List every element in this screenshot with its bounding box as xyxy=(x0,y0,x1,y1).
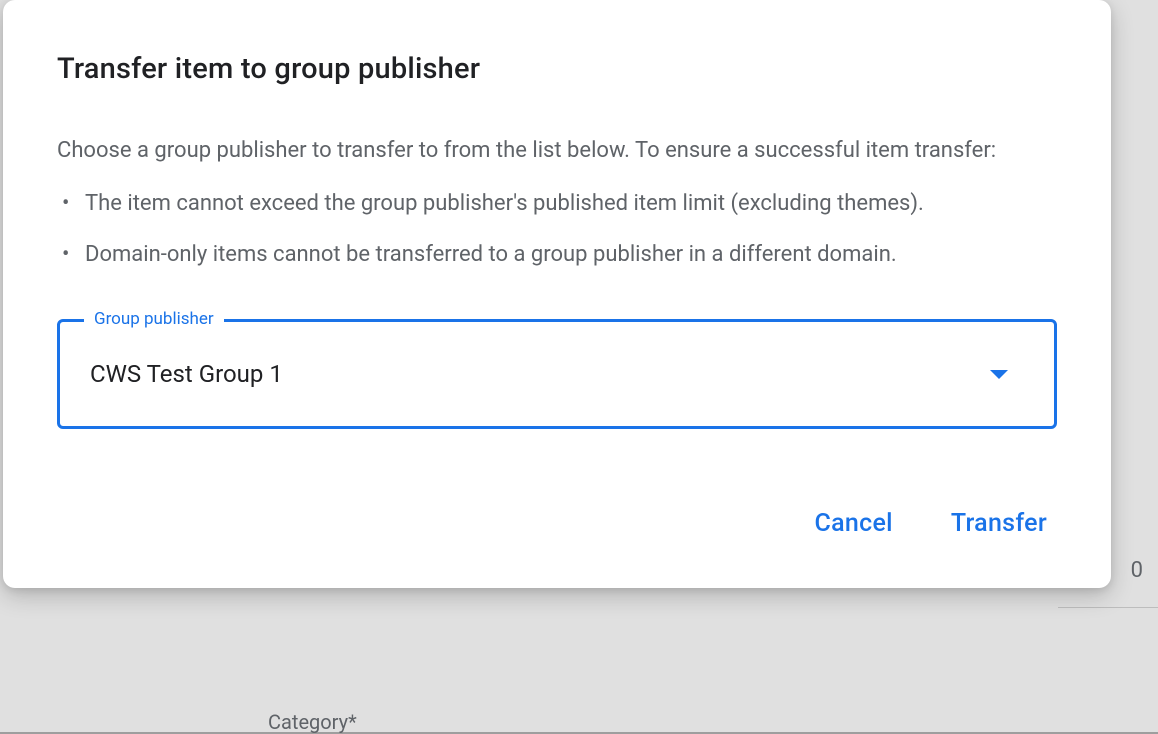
background-category-label: Category* xyxy=(268,710,357,734)
requirements-list: The item cannot exceed the group publish… xyxy=(57,187,1057,271)
list-item: The item cannot exceed the group publish… xyxy=(85,187,1057,220)
dialog-title: Transfer item to group publisher xyxy=(57,52,1057,86)
dialog-actions: Cancel Transfer xyxy=(57,501,1057,546)
dialog-description: Choose a group publisher to transfer to … xyxy=(57,134,1057,167)
cancel-button[interactable]: Cancel xyxy=(810,501,896,546)
background-value: 0 xyxy=(1131,558,1143,583)
group-publisher-select[interactable]: Group publisher CWS Test Group 1 xyxy=(57,319,1057,429)
select-label: Group publisher xyxy=(84,309,224,329)
list-item: Domain-only items cannot be transferred … xyxy=(85,238,1057,271)
transfer-dialog: Transfer item to group publisher Choose … xyxy=(3,0,1111,588)
background-divider xyxy=(1058,607,1158,608)
chevron-down-icon xyxy=(990,370,1008,379)
transfer-button[interactable]: Transfer xyxy=(947,501,1051,546)
select-value: CWS Test Group 1 xyxy=(90,360,990,388)
